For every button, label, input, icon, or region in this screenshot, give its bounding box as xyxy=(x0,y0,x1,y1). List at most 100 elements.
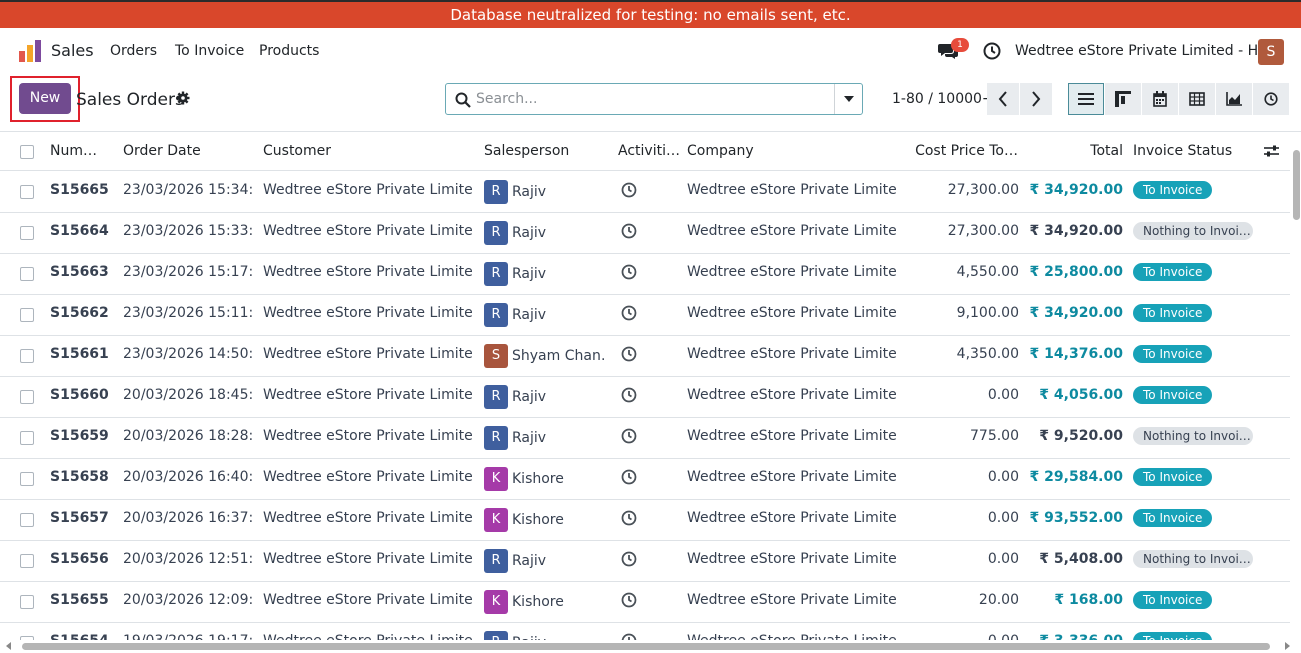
table-row[interactable]: S15664 23/03/2026 15:33:… Wedtree eStore P… xyxy=(0,213,1290,254)
salesperson-name: Shyam Chan… xyxy=(512,348,607,364)
salesperson-avatar: R xyxy=(484,180,508,204)
table-row[interactable]: S15661 23/03/2026 14:50:… Wedtree eStore P… xyxy=(0,336,1290,377)
activity-clock-icon[interactable] xyxy=(621,592,637,608)
vertical-scrollbar-thumb[interactable] xyxy=(1293,150,1300,220)
row-checkbox[interactable] xyxy=(20,513,34,527)
list-view-button[interactable] xyxy=(1068,83,1104,115)
col-total[interactable]: Total xyxy=(1030,143,1123,159)
activity-clock-icon[interactable] xyxy=(621,469,637,485)
row-checkbox[interactable] xyxy=(20,554,34,568)
col-activities[interactable]: Activiti… xyxy=(618,143,682,159)
menu-to-invoice[interactable]: To Invoice xyxy=(175,43,244,59)
table-row[interactable]: S15660 20/03/2026 18:45:… Wedtree eStore P… xyxy=(0,377,1290,418)
row-checkbox[interactable] xyxy=(20,595,34,609)
row-checkbox[interactable] xyxy=(20,349,34,363)
col-invoice-status[interactable]: Invoice Status xyxy=(1133,143,1232,159)
activity-clock-icon[interactable] xyxy=(621,510,637,526)
table-header: Num… Order Date Customer Salesperson Act… xyxy=(0,132,1290,171)
optional-columns-icon[interactable] xyxy=(1264,144,1279,158)
scroll-left-arrow-icon[interactable] xyxy=(6,642,11,650)
cost-price-total: 0.00 xyxy=(900,633,1019,640)
activity-clock-icon[interactable] xyxy=(983,42,1001,60)
table-row[interactable]: S15662 23/03/2026 15:11:… Wedtree eStore P… xyxy=(0,295,1290,336)
pivot-view-button[interactable] xyxy=(1179,83,1215,115)
order-number: S15657 xyxy=(50,510,109,526)
activity-clock-icon[interactable] xyxy=(621,346,637,362)
gear-icon[interactable] xyxy=(176,91,190,105)
col-order-date[interactable]: Order Date xyxy=(123,143,201,159)
activity-clock-icon[interactable] xyxy=(621,551,637,567)
col-cost-price[interactable]: Cost Price To… xyxy=(900,143,1018,159)
company-name: Wedtree eStore Private Limite… xyxy=(687,264,897,280)
scroll-right-arrow-icon[interactable] xyxy=(1285,642,1290,650)
sales-app-icon[interactable] xyxy=(18,40,42,62)
salesperson-name: Kishore xyxy=(512,594,564,610)
calendar-view-button[interactable] xyxy=(1142,83,1178,115)
order-number: S15665 xyxy=(50,182,109,198)
table-row[interactable]: S15656 20/03/2026 12:51:… Wedtree eStore P… xyxy=(0,541,1290,582)
order-total: ₹ 168.00 xyxy=(1054,592,1123,608)
company-switcher[interactable]: Wedtree eStore Private Limited - HO xyxy=(1015,43,1269,59)
table-row[interactable]: S15663 23/03/2026 15:17:… Wedtree eStore P… xyxy=(0,254,1290,295)
search-input[interactable] xyxy=(476,88,831,110)
order-number: S15654 xyxy=(50,633,109,640)
row-checkbox[interactable] xyxy=(20,472,34,486)
select-all-checkbox[interactable] xyxy=(20,145,34,159)
page-title[interactable]: Sales Orders xyxy=(76,90,184,110)
invoice-status-badge: To Invoice xyxy=(1133,509,1213,527)
activity-clock-icon[interactable] xyxy=(621,387,637,403)
new-button[interactable]: New xyxy=(19,83,71,114)
kanban-icon xyxy=(1115,91,1131,107)
salesperson-avatar: K xyxy=(484,590,508,614)
table-row[interactable]: S15665 23/03/2026 15:34:… Wedtree eStore P… xyxy=(0,172,1290,213)
table-row[interactable]: S15659 20/03/2026 18:28:… Wedtree eStore P… xyxy=(0,418,1290,459)
vertical-scrollbar[interactable] xyxy=(1291,132,1301,640)
order-date: 23/03/2026 15:11:… xyxy=(123,305,253,321)
table-row[interactable]: S15654 19/03/2026 19:17:… Wedtree eStore P… xyxy=(0,623,1290,640)
cost-price-total: 20.00 xyxy=(978,592,1019,608)
pager-next-button[interactable] xyxy=(1020,83,1052,115)
activity-clock-icon[interactable] xyxy=(621,264,637,280)
horizontal-scrollbar[interactable] xyxy=(0,640,1301,653)
horizontal-scrollbar-thumb[interactable] xyxy=(22,643,1270,650)
menu-products[interactable]: Products xyxy=(259,43,319,59)
row-checkbox[interactable] xyxy=(20,185,34,199)
user-avatar[interactable]: S xyxy=(1258,39,1284,65)
table-row[interactable]: S15655 20/03/2026 12:09:… Wedtree eStore P… xyxy=(0,582,1290,623)
graph-view-button[interactable] xyxy=(1216,83,1252,115)
col-salesperson[interactable]: Salesperson xyxy=(484,143,569,159)
order-date: 20/03/2026 16:37:… xyxy=(123,510,253,526)
col-customer[interactable]: Customer xyxy=(263,143,331,159)
customer-name: Wedtree eStore Private Limite… xyxy=(263,264,473,280)
activity-clock-icon[interactable] xyxy=(621,223,637,239)
app-name[interactable]: Sales xyxy=(51,41,94,60)
activity-clock-icon[interactable] xyxy=(621,633,637,640)
company-name: Wedtree eStore Private Limite… xyxy=(687,469,897,485)
col-company[interactable]: Company xyxy=(687,143,754,159)
cost-price-total: 4,350.00 xyxy=(956,346,1019,362)
activity-view-button[interactable] xyxy=(1253,83,1289,115)
activity-clock-icon[interactable] xyxy=(621,428,637,444)
pager-value[interactable]: 1-80 / 10000+ xyxy=(892,91,994,107)
row-checkbox[interactable] xyxy=(20,390,34,404)
order-number: S15656 xyxy=(50,551,109,567)
activity-clock-icon[interactable] xyxy=(621,305,637,321)
activity-clock-icon[interactable] xyxy=(621,182,637,198)
kanban-view-button[interactable] xyxy=(1105,83,1141,115)
cost-price-total: 0.00 xyxy=(987,510,1019,526)
order-number: S15662 xyxy=(50,305,109,321)
row-checkbox[interactable] xyxy=(20,431,34,445)
row-checkbox[interactable] xyxy=(20,226,34,240)
row-checkbox[interactable] xyxy=(20,308,34,322)
cost-price-total: 4,550.00 xyxy=(956,264,1019,280)
menu-orders[interactable]: Orders xyxy=(110,43,157,59)
search-options-toggle[interactable] xyxy=(834,84,863,114)
table-row[interactable]: S15658 20/03/2026 16:40:… Wedtree eStore P… xyxy=(0,459,1290,500)
row-checkbox[interactable] xyxy=(20,267,34,281)
chevron-left-icon xyxy=(998,91,1007,107)
cost-price-total: 0.00 xyxy=(987,551,1019,567)
area-chart-icon xyxy=(1226,92,1242,106)
pager-previous-button[interactable] xyxy=(987,83,1019,115)
table-row[interactable]: S15657 20/03/2026 16:37:… Wedtree eStore P… xyxy=(0,500,1290,541)
col-number[interactable]: Num… xyxy=(50,143,110,159)
